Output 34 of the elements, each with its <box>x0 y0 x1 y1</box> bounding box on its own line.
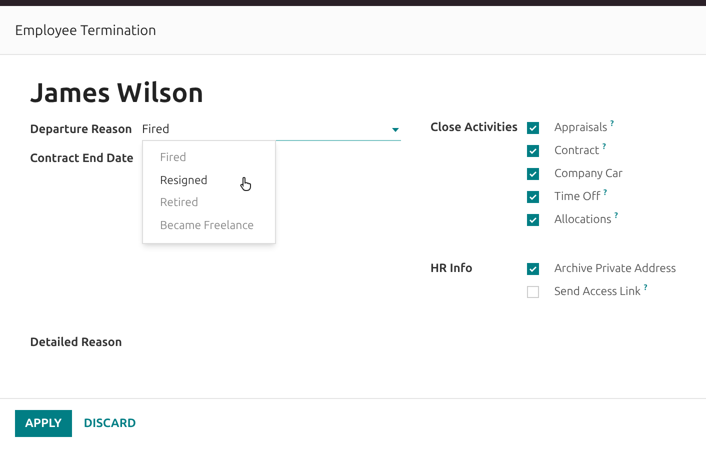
help-mark[interactable]: ? <box>602 142 606 151</box>
apply-button[interactable]: APPLY <box>15 410 72 437</box>
group-label: HR Info <box>430 261 474 277</box>
checkbox[interactable] <box>527 286 540 298</box>
dropdown-option[interactable]: Resigned <box>160 170 208 192</box>
hand-pointer-icon <box>240 176 252 191</box>
checkbox-label: Contract <box>554 142 600 159</box>
caret-icon <box>392 128 400 132</box>
checkbox[interactable] <box>527 214 540 226</box>
checkbox-label: Send Access Link <box>554 284 641 300</box>
checkbox[interactable] <box>527 262 540 274</box>
checkbox-label: Allocations <box>554 212 612 228</box>
help-mark[interactable]: ? <box>614 211 618 220</box>
checkbox-label: Time Off <box>554 188 600 205</box>
checkbox[interactable] <box>527 144 540 156</box>
group-label: Close Activities <box>430 120 519 136</box>
field-label: Detailed Reason <box>30 336 122 349</box>
dropdown-option[interactable]: Retired <box>160 192 198 214</box>
dropdown-option[interactable]: Became Freelance <box>160 214 254 237</box>
field-label: Departure Reason <box>30 122 134 138</box>
checkbox[interactable] <box>527 122 540 134</box>
dropdown-option[interactable]: Fired <box>160 147 186 170</box>
field-label: Contract End Date <box>30 151 135 167</box>
checkbox-label: Company Car <box>554 166 623 182</box>
dialog-title: Employee Termination <box>15 20 156 40</box>
help-mark[interactable]: ? <box>644 283 648 292</box>
help-mark[interactable]: ? <box>610 119 614 128</box>
employee-name: James Wilson <box>30 77 204 110</box>
checkbox[interactable] <box>527 168 540 180</box>
checkbox-label: Archive Private Address <box>554 260 676 277</box>
checkbox-label: Appraisals <box>554 120 608 136</box>
discard-button[interactable]: DISCARD <box>84 410 136 437</box>
help-mark[interactable]: ? <box>603 188 607 197</box>
checkbox[interactable] <box>527 190 540 202</box>
